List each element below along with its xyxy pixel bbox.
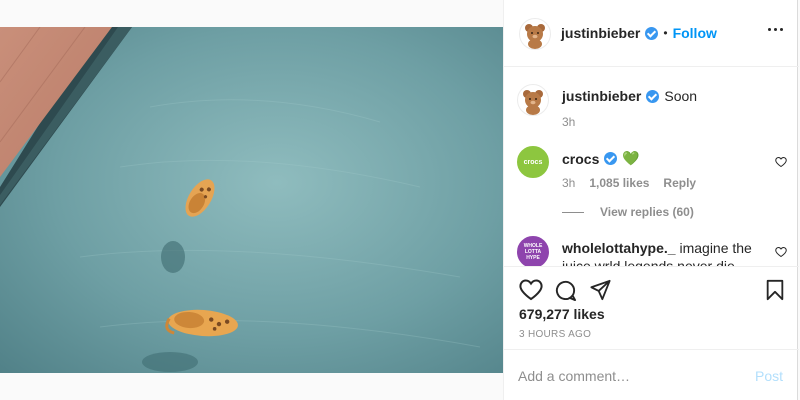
share-icon[interactable] [589, 279, 612, 301]
instagram-post-window: justinbieber • Follow justinbieber Soon … [0, 0, 799, 400]
caption-username[interactable]: justinbieber [562, 88, 641, 104]
caption-avatar[interactable] [517, 84, 549, 116]
verified-icon [604, 152, 618, 165]
bottom-background [0, 373, 503, 400]
top-background [0, 0, 503, 27]
comment-input[interactable] [518, 366, 748, 386]
caption-time[interactable]: 3h [562, 115, 575, 129]
caption-item: justinbieber Soon 3h [504, 68, 799, 138]
view-replies-button[interactable]: View replies (60) [562, 205, 694, 219]
comment-time[interactable]: 3h [562, 176, 575, 190]
separator-dot: • [663, 26, 668, 40]
comment-like-icon[interactable] [775, 156, 787, 168]
comment-meta: 3h 1,085 likes Reply [562, 176, 696, 190]
reply-button[interactable]: Reply [663, 176, 696, 190]
verified-icon [645, 26, 659, 40]
wholelottahype-avatar[interactable]: WHOLE LOTTA HYPE [517, 236, 549, 266]
add-comment-bar: Post [504, 349, 799, 400]
caption-text: Soon [664, 88, 698, 104]
comment-item: crocs crocs 💚 3h 1,085 likes Reply View … [504, 138, 799, 228]
caption-text-row: justinbieber Soon [562, 88, 697, 104]
caption-meta: 3h [562, 115, 575, 129]
comment-like-icon[interactable] [775, 246, 787, 258]
post-header: justinbieber • Follow [504, 0, 799, 67]
comments-list[interactable]: justinbieber Soon 3h crocs crocs 💚 3h 1,… [504, 68, 799, 266]
pool-photo [0, 27, 503, 373]
comment-item: WHOLE LOTTA HYPE wholelottahype._ imagin… [504, 228, 799, 266]
view-replies-label: View replies (60) [600, 205, 694, 219]
post-timestamp[interactable]: 3 HOURS AGO [519, 329, 591, 340]
green-heart-emoji: 💚 [622, 150, 640, 166]
comment-likes[interactable]: 1,085 likes [589, 176, 649, 190]
author-username[interactable]: justinbieber [561, 25, 640, 41]
replies-divider [562, 211, 584, 213]
verified-icon [646, 89, 660, 103]
comment-username[interactable]: wholelottahype._ [562, 240, 676, 256]
likes-count[interactable]: 679,277 likes [519, 306, 605, 322]
comment-text-row: wholelottahype._ imagine the juice wrld … [562, 239, 767, 266]
comment-username[interactable]: crocs [562, 151, 599, 167]
post-actions: 679,277 likes 3 HOURS AGO [504, 266, 799, 350]
avatar-word-3: HYPE [526, 255, 540, 261]
crocs-avatar[interactable]: crocs [517, 146, 549, 178]
post-image[interactable] [0, 27, 503, 373]
post-button[interactable]: Post [755, 368, 783, 384]
comment-text-row: crocs 💚 [562, 150, 640, 167]
header-user-row: justinbieber • Follow [561, 25, 717, 41]
follow-button[interactable]: Follow [673, 25, 717, 41]
post-sidebar: justinbieber • Follow justinbieber Soon … [503, 0, 799, 400]
heart-icon[interactable] [519, 279, 543, 301]
crocs-logo-text: crocs [523, 158, 543, 166]
author-avatar[interactable] [519, 18, 551, 50]
comment-icon[interactable] [554, 279, 577, 302]
more-options-icon[interactable] [768, 28, 783, 31]
bookmark-icon[interactable] [765, 279, 785, 301]
